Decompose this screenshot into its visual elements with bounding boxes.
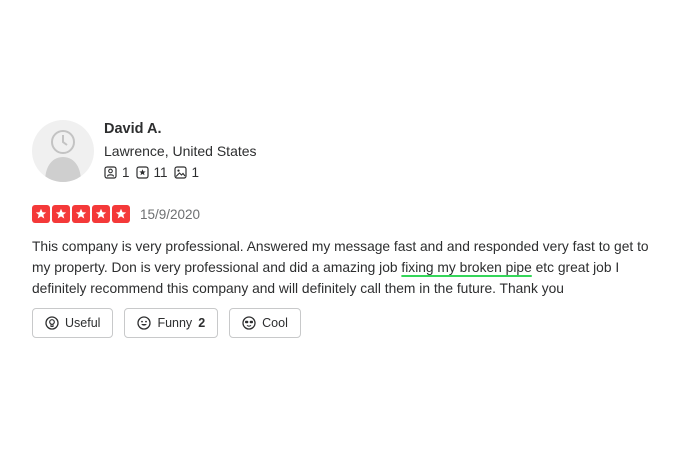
funny-label: Funny (157, 316, 193, 330)
reviewer-location: Lawrence, United States (104, 143, 257, 159)
reviewer-stats: 1 11 1 (104, 165, 199, 180)
photos-stat: 1 (173, 165, 200, 180)
smile-icon (137, 316, 152, 330)
star-rating (32, 205, 130, 223)
funny-count: 2 (198, 316, 206, 330)
lightbulb-icon (45, 316, 59, 330)
reviews-count: 11 (153, 165, 168, 180)
review-text: This company is very professional. Answe… (32, 236, 662, 299)
rating-star-icon (112, 205, 130, 223)
rating-star-icon (72, 205, 90, 223)
friends-icon (104, 166, 117, 179)
rating-row: 15/9/2020 (32, 205, 200, 223)
cool-button[interactable]: Cool (229, 308, 301, 338)
rating-star-icon (52, 205, 70, 223)
reaction-buttons: Useful Funny 2 Cool (32, 308, 301, 338)
review-text-highlight: fixing my broken pipe (401, 260, 532, 275)
photos-count: 1 (191, 165, 200, 180)
star-outline-icon (135, 166, 149, 179)
friends-stat: 1 (104, 165, 130, 180)
useful-label: Useful (65, 316, 101, 330)
funny-button[interactable]: Funny 2 (124, 308, 219, 338)
useful-button[interactable]: Useful (32, 308, 114, 338)
rating-star-icon (32, 205, 50, 223)
sunglasses-icon (242, 316, 256, 330)
rating-star-icon (92, 205, 110, 223)
default-avatar-icon (45, 130, 81, 182)
photo-icon (173, 166, 187, 179)
user-avatar[interactable] (32, 120, 94, 182)
friends-count: 1 (122, 165, 130, 180)
reviewer-name[interactable]: David A. (104, 121, 161, 137)
reviews-stat: 11 (135, 165, 168, 180)
cool-label: Cool (262, 316, 288, 330)
review-date: 15/9/2020 (140, 206, 201, 222)
review-card: David A. Lawrence, United States 1 11 1 … (0, 100, 680, 350)
